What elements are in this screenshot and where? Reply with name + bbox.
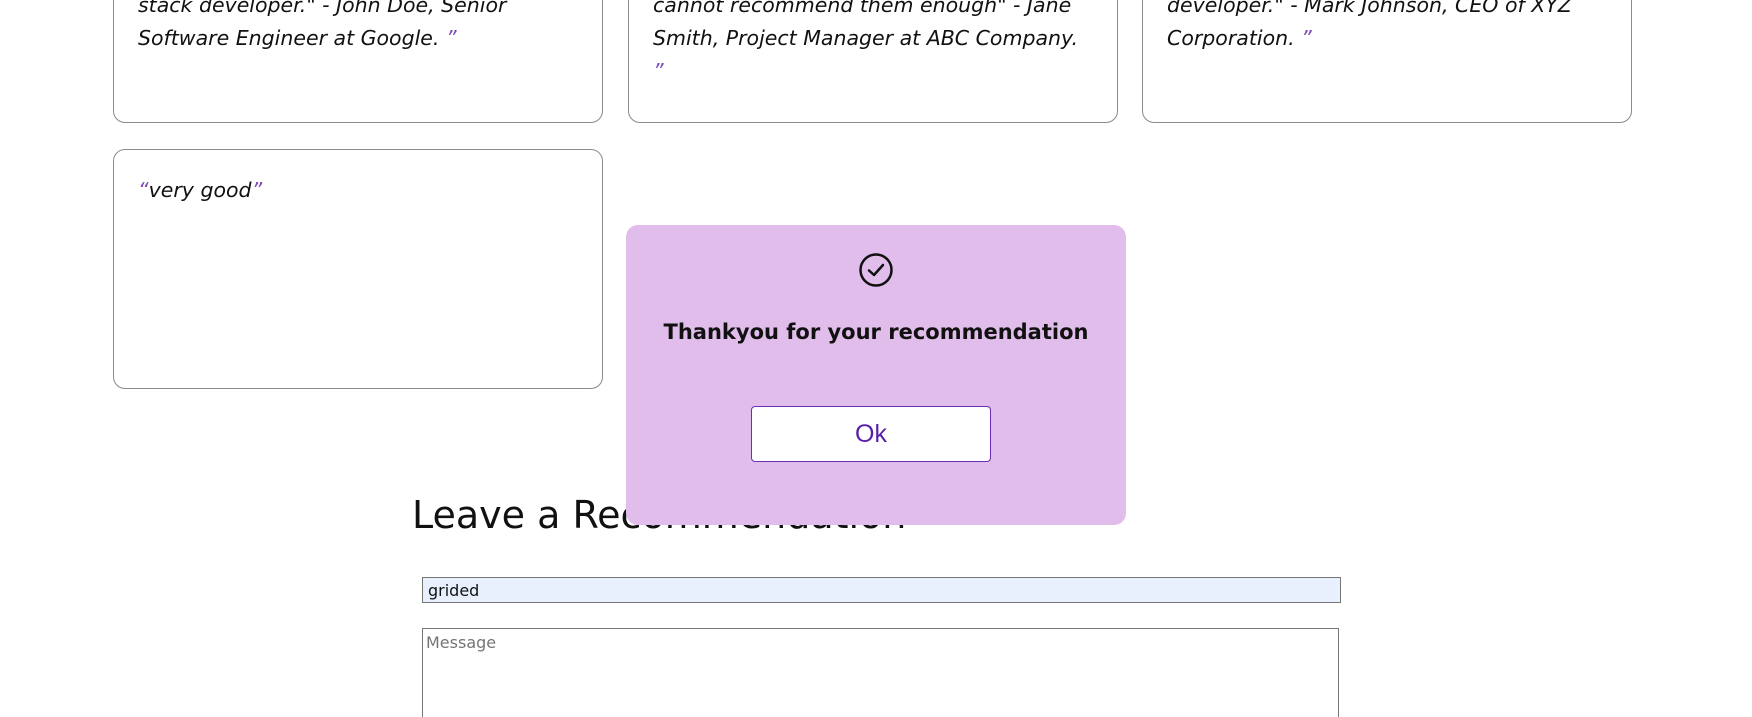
close-quote-icon: ” — [1301, 26, 1312, 50]
modal-message: Thankyou for your recommendation — [663, 320, 1089, 344]
testimonial-line: stack developer." - John Doe, Senior — [138, 0, 507, 17]
testimonial-line: cannot recommend them enough" - Jane — [653, 0, 1072, 17]
testimonial-text: developer." - Mark Johnson, CEO of XYZ C… — [1167, 0, 1607, 55]
testimonial-line: Software Engineer at Google. — [138, 26, 440, 50]
testimonial-card: cannot recommend them enough" - Jane Smi… — [628, 0, 1118, 123]
testimonial-body: very good — [148, 178, 252, 202]
ok-button[interactable]: Ok — [751, 406, 991, 462]
testimonial-line: developer." - Mark Johnson, CEO of XYZ — [1167, 0, 1572, 17]
page: stack developer." - John Doe, Senior Sof… — [0, 0, 1752, 717]
testimonial-text: stack developer." - John Doe, Senior Sof… — [138, 0, 578, 55]
close-quote-icon: ” — [251, 178, 263, 202]
message-input[interactable] — [422, 628, 1339, 717]
close-quote-icon: ” — [445, 26, 457, 50]
testimonial-card: stack developer." - John Doe, Senior Sof… — [113, 0, 603, 123]
success-modal: Thankyou for your recommendation Ok — [626, 225, 1126, 525]
name-input[interactable] — [422, 577, 1341, 603]
testimonial-line: Smith, Project Manager at ABC Company. — [653, 26, 1079, 50]
testimonial-line: Corporation. — [1167, 26, 1295, 50]
open-quote-icon: “ — [138, 178, 149, 202]
testimonial-text: “very good” — [138, 174, 578, 207]
check-circle-icon — [859, 253, 893, 287]
testimonial-text: cannot recommend them enough" - Jane Smi… — [653, 0, 1093, 88]
testimonial-card: developer." - Mark Johnson, CEO of XYZ C… — [1142, 0, 1632, 123]
close-quote-icon: ” — [653, 59, 664, 83]
testimonial-card: “very good” — [113, 149, 603, 389]
